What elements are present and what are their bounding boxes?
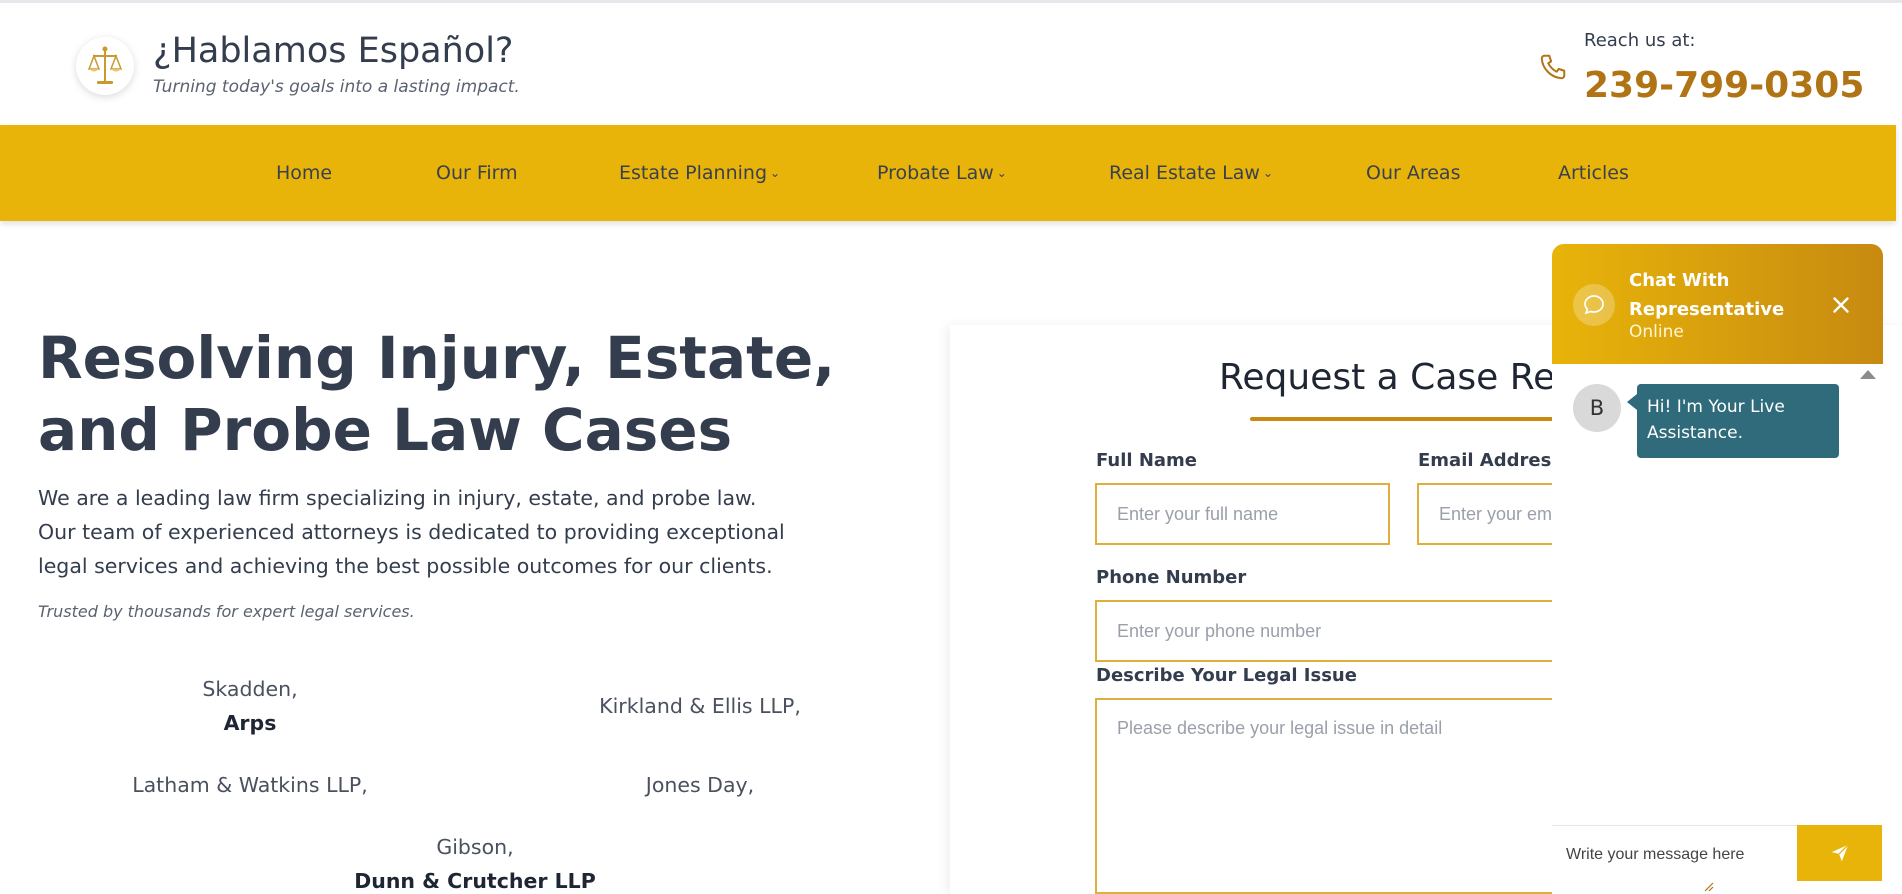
phone-icon: [1540, 54, 1566, 80]
trusted-note: Trusted by thousands for expert legal se…: [38, 602, 415, 621]
firm-logo-skadden: Skadden, Arps: [150, 672, 350, 740]
nav-label: Probate Law: [877, 162, 994, 184]
chat-send-button[interactable]: [1797, 825, 1882, 881]
firm-name-line1: Gibson,: [436, 835, 514, 859]
firm-logo-jones-day: Jones Day,: [600, 768, 800, 802]
chat-status: Online: [1629, 322, 1684, 342]
firm-logo-gibson: Gibson, Dunn & Crutcher LLP: [340, 830, 610, 894]
nav-label: Estate Planning: [619, 162, 768, 184]
phone-label: Phone Number: [1096, 567, 1247, 588]
hero-title: Resolving Injury, Estate, and Probe Law …: [38, 324, 836, 464]
nav-label: Articles: [1558, 162, 1629, 184]
hero-text-line: Our team of experienced attorneys is ded…: [38, 520, 785, 544]
hero-text-line: We are a leading law firm specializing i…: [38, 486, 757, 510]
chat-message-input[interactable]: [1552, 826, 1797, 884]
reach-us-label: Reach us at:: [1584, 30, 1696, 51]
firm-name-line1: Jones Day,: [645, 773, 755, 797]
nav-item-home[interactable]: Home: [276, 162, 332, 184]
chat-title: Chat With Representative: [1629, 270, 1785, 320]
email-label: Email Address: [1418, 450, 1563, 471]
resize-handle-icon[interactable]: [1704, 878, 1714, 892]
close-icon[interactable]: [1828, 292, 1854, 318]
hero-text-line: legal services and achieving the best po…: [38, 554, 773, 578]
form-title-underline: [1250, 417, 1570, 421]
full-name-input[interactable]: [1095, 483, 1390, 545]
nav-item-probate-law[interactable]: Probate Law ⌄: [877, 162, 1007, 184]
nav-label: Home: [276, 162, 333, 184]
chat-scroll-up-arrow[interactable]: [1860, 370, 1876, 379]
firm-name-line2: Arps: [223, 711, 277, 735]
nav-label: Our Areas: [1366, 162, 1461, 184]
nav-label: Our Firm: [436, 162, 518, 184]
firm-name-line1: Latham & Watkins LLP,: [132, 773, 368, 797]
paper-plane-icon: [1831, 844, 1849, 862]
brand-title[interactable]: ¿Hablamos Español?: [153, 31, 514, 71]
full-name-label: Full Name: [1096, 450, 1197, 471]
firm-name-line2: Dunn & Crutcher LLP: [354, 869, 596, 893]
nav-item-our-firm[interactable]: Our Firm: [436, 162, 518, 184]
chat-bubble-icon: [1573, 284, 1615, 326]
firm-name-line1: Kirkland & Ellis LLP,: [599, 694, 801, 718]
firm-logo-latham: Latham & Watkins LLP,: [120, 768, 380, 802]
bot-message-bubble: Hi! I'm Your Live Assistance.: [1627, 384, 1839, 458]
brand-tagline: Turning today's goals into a lasting imp…: [153, 77, 520, 97]
legal-issue-label: Describe Your Legal Issue: [1096, 665, 1357, 686]
nav-item-real-estate-law[interactable]: Real Estate Law ⌄: [1109, 162, 1273, 184]
chevron-down-icon: ⌄: [770, 166, 781, 180]
nav-item-articles[interactable]: Articles: [1558, 162, 1629, 184]
nav-label: Real Estate Law: [1109, 162, 1260, 184]
chevron-down-icon: ⌄: [996, 166, 1007, 180]
nav-item-estate-planning[interactable]: Estate Planning ⌄: [619, 162, 780, 184]
main-navigation: Home Our Firm Estate Planning ⌄ Probate L…: [0, 125, 1896, 221]
header-phone-number[interactable]: 239-799-0305: [1584, 65, 1864, 106]
hero-description: We are a leading law firm specializing i…: [38, 481, 798, 583]
site-logo[interactable]: [76, 37, 134, 95]
firm-logo-kirkland: Kirkland & Ellis LLP,: [580, 689, 820, 723]
scales-of-justice-icon: [87, 46, 123, 84]
chevron-down-icon: ⌄: [1262, 166, 1274, 180]
site-header: ¿Hablamos Español? Turning today's goals…: [0, 3, 1902, 125]
firm-name-line1: Skadden,: [202, 677, 298, 701]
bot-avatar: B: [1573, 384, 1621, 432]
nav-item-our-areas[interactable]: Our Areas: [1366, 162, 1460, 184]
